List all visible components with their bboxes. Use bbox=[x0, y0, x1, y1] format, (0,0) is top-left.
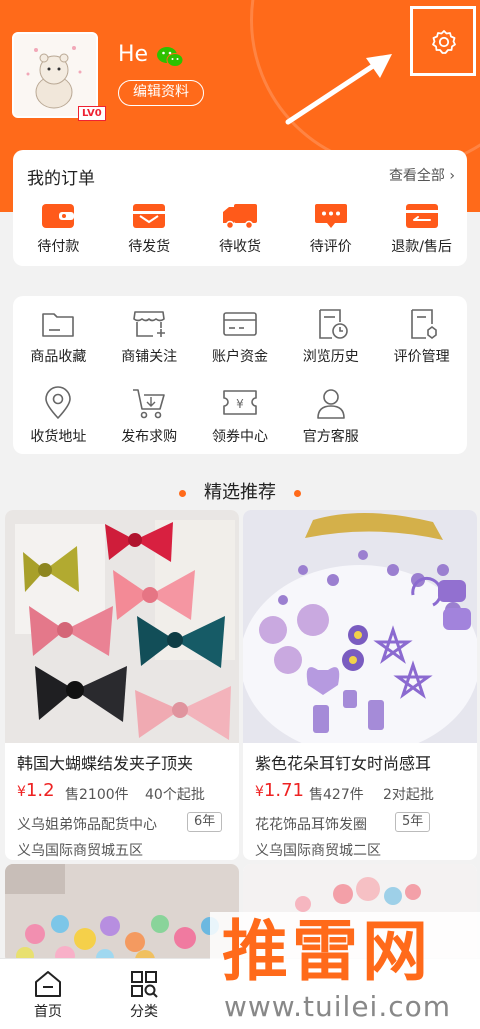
tool-review-manage[interactable]: 评价管理 bbox=[376, 308, 467, 386]
store-follow-icon bbox=[133, 311, 166, 337]
tool-shipping-address[interactable]: 收货地址 bbox=[13, 386, 104, 464]
price-value: 1.71 bbox=[263, 780, 304, 801]
tool-customer-service[interactable]: 官方客服 bbox=[285, 386, 376, 464]
bullet-dot bbox=[294, 489, 301, 497]
product-title: 紫色花朵耳钉女时尚感耳 bbox=[255, 754, 432, 773]
nav-category-label: 分类 bbox=[130, 1004, 158, 1020]
orders-row: 待付款 待发货 待收货 待评价 退款/售后 bbox=[13, 202, 467, 256]
tool-post-request[interactable]: 发布求购 bbox=[104, 386, 195, 464]
bullet-dot bbox=[179, 489, 186, 497]
category-grid-icon bbox=[131, 971, 158, 998]
home-icon bbox=[35, 971, 61, 997]
tool-label: 领券中心 bbox=[211, 429, 268, 445]
order-pending-payment[interactable]: 待付款 bbox=[13, 202, 104, 256]
tool-account-funds[interactable]: 账户资金 bbox=[195, 308, 286, 386]
username: He bbox=[118, 42, 149, 67]
tool-label: 收货地址 bbox=[30, 429, 87, 445]
order-refund-aftersale[interactable]: 退款/售后 bbox=[376, 202, 467, 256]
order-label: 退款/售后 bbox=[391, 239, 452, 255]
refund-icon bbox=[405, 204, 438, 228]
recommend-title: 精选推荐 bbox=[204, 482, 276, 503]
tool-coupon-center[interactable]: ¥ 领券中心 bbox=[195, 386, 286, 464]
cart-icon bbox=[133, 389, 165, 419]
order-pending-receipt[interactable]: 待收货 bbox=[195, 202, 286, 256]
shop-years-badge: 5年 bbox=[395, 812, 431, 832]
edit-profile-button[interactable]: 编辑资料 bbox=[118, 80, 204, 106]
order-label: 待评价 bbox=[309, 239, 352, 255]
svg-text:¥: ¥ bbox=[236, 397, 244, 411]
order-pending-review[interactable]: 待评价 bbox=[285, 202, 376, 256]
product-image-earrings[interactable] bbox=[243, 510, 477, 743]
order-label: 待收货 bbox=[218, 239, 261, 255]
shop-years-badge: 6年 bbox=[187, 812, 223, 832]
tool-label: 官方客服 bbox=[302, 429, 359, 445]
shop-market: 义乌国际商贸城五区 bbox=[17, 843, 143, 859]
product-price: ¥1.71 bbox=[255, 780, 304, 801]
currency-symbol: ¥ bbox=[255, 784, 264, 800]
product-title: 韩国大蝴蝶结发夹子顶夹 bbox=[17, 754, 194, 773]
settings-highlight-box bbox=[410, 6, 476, 76]
product-min-order: 2对起批 bbox=[383, 787, 434, 803]
history-icon bbox=[318, 309, 348, 339]
box-icon bbox=[133, 204, 166, 228]
tool-favorites[interactable]: 商品收藏 bbox=[13, 308, 104, 386]
tool-label: 评价管理 bbox=[393, 349, 450, 365]
nav-home[interactable]: 首页 bbox=[18, 969, 78, 1021]
location-icon bbox=[45, 386, 72, 419]
recommend-heading: 精选推荐 bbox=[0, 478, 480, 504]
customer-service-icon bbox=[316, 389, 345, 419]
wallet-icon bbox=[42, 204, 75, 228]
price-value: 1.2 bbox=[25, 780, 55, 801]
view-all-label: 查看全部 bbox=[388, 168, 445, 184]
product-card[interactable]: 紫色花朵耳钉女时尚感耳 ¥1.71 售427件 2对起批 花花饰品耳饰发圈 5年… bbox=[243, 510, 477, 860]
level-badge: LV0 bbox=[78, 106, 106, 121]
tools-grid: 商品收藏 商铺关注 账户资金 浏览历史 评价管理 收货地址 发布求购 ¥ 领券中… bbox=[13, 308, 467, 464]
product-sold: 售2100件 bbox=[65, 787, 129, 803]
truck-icon bbox=[222, 204, 257, 230]
orders-title: 我的订单 bbox=[27, 169, 95, 189]
watermark-text: 推雷网 bbox=[222, 913, 432, 990]
watermark-url: www.tuilei.com bbox=[224, 990, 452, 1023]
product-card[interactable] bbox=[5, 864, 239, 964]
product-sold: 售427件 bbox=[309, 787, 364, 803]
nav-category[interactable]: 分类 bbox=[114, 969, 174, 1021]
order-label: 待发货 bbox=[128, 239, 171, 255]
tool-label: 浏览历史 bbox=[302, 349, 359, 365]
chat-icon bbox=[314, 204, 347, 228]
tool-store-follow[interactable]: 商铺关注 bbox=[104, 308, 195, 386]
tool-label: 账户资金 bbox=[211, 349, 268, 365]
product-image-bows[interactable] bbox=[5, 510, 239, 743]
tool-label: 发布求购 bbox=[121, 429, 178, 445]
order-label: 待付款 bbox=[37, 239, 80, 255]
product-price: ¥1.2 bbox=[17, 780, 55, 801]
shop-name[interactable]: 义乌姐弟饰品配货中心 bbox=[17, 814, 157, 834]
watermark-overlay: 推雷网 www.tuilei.com bbox=[210, 912, 480, 1029]
card-icon bbox=[223, 312, 257, 336]
product-image-hair-clips[interactable] bbox=[5, 864, 239, 964]
currency-symbol: ¥ bbox=[17, 784, 26, 800]
tools-card: 商品收藏 商铺关注 账户资金 浏览历史 评价管理 收货地址 发布求购 ¥ 领券中… bbox=[13, 296, 467, 454]
orders-view-all-link[interactable]: 查看全部 › bbox=[389, 165, 455, 185]
tool-label: 商品收藏 bbox=[30, 349, 87, 365]
tool-browse-history[interactable]: 浏览历史 bbox=[285, 308, 376, 386]
product-min-order: 40个起批 bbox=[145, 787, 205, 803]
shop-name[interactable]: 花花饰品耳饰发圈 bbox=[255, 814, 367, 834]
order-pending-shipment[interactable]: 待发货 bbox=[104, 202, 195, 256]
chevron-right-icon: › bbox=[449, 168, 455, 184]
review-manage-icon bbox=[410, 309, 437, 339]
shop-market: 义乌国际商贸城二区 bbox=[255, 843, 381, 859]
nav-home-label: 首页 bbox=[34, 1004, 62, 1020]
coupon-icon: ¥ bbox=[223, 390, 257, 415]
product-card[interactable]: 韩国大蝴蝶结发夹子顶夹 ¥1.2 售2100件 40个起批 义乌姐弟饰品配货中心… bbox=[5, 510, 239, 860]
annotation-arrow-icon bbox=[284, 52, 396, 130]
tool-label: 商铺关注 bbox=[121, 349, 178, 365]
settings-gear-icon[interactable] bbox=[431, 29, 457, 59]
folder-icon bbox=[42, 313, 75, 337]
wechat-icon bbox=[156, 46, 184, 72]
orders-card: 我的订单 查看全部 › 待付款 待发货 待收货 待评价 退款/售后 bbox=[13, 150, 467, 266]
